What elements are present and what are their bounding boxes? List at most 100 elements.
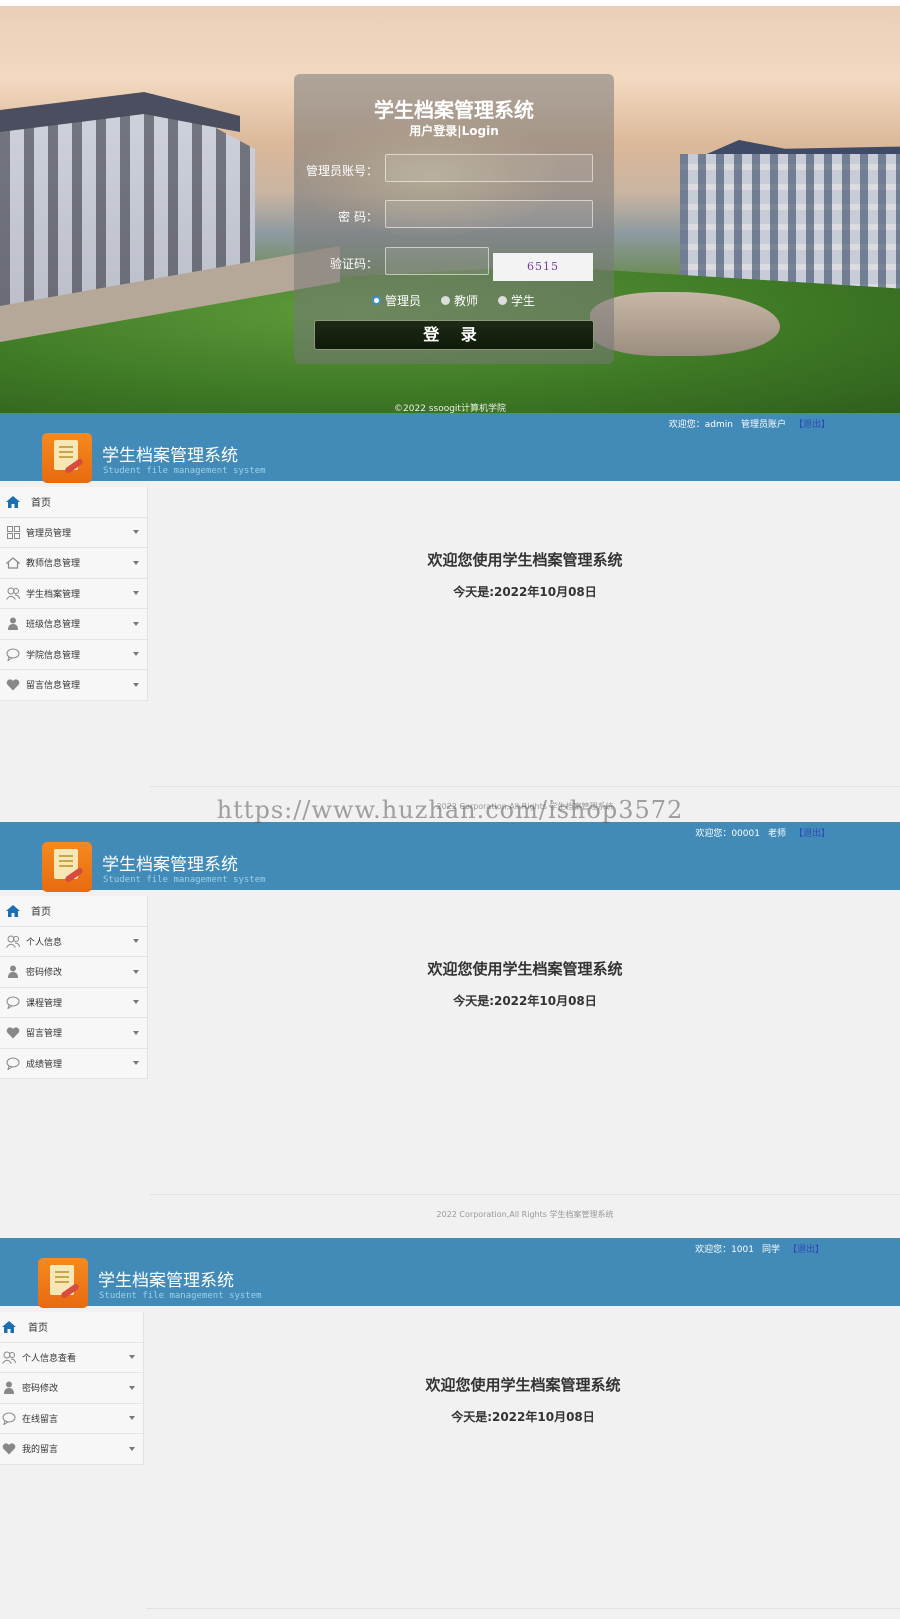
login-title: 学生档案管理系统 (374, 98, 534, 122)
brand-subtitle: Student file management system (99, 1291, 262, 1301)
sidebar-item-label: 密码修改 (26, 968, 63, 979)
sidebar-item-password[interactable]: 密码修改 (0, 1373, 143, 1404)
watermark-url: https://www.huzhan.com/ishop3572 (216, 796, 684, 824)
role-teacher-radio[interactable]: 教师 (441, 292, 478, 308)
account-role: 老师 (767, 829, 786, 839)
logout-link[interactable]: 【退出】 (788, 1242, 824, 1255)
sidebar-item-label: 首页 (31, 498, 51, 510)
home-icon (6, 904, 20, 918)
sidebar-item-label: 成绩管理 (26, 1059, 63, 1070)
home-icon (2, 1320, 16, 1334)
sidebar-item-label: 管理员管理 (26, 528, 72, 539)
brand-title: 学生档案管理系统 (102, 446, 238, 466)
grid-icon (6, 525, 20, 539)
person-icon (6, 965, 20, 979)
captcha-input[interactable] (385, 247, 489, 275)
sidebar-item-messages[interactable]: 留言管理 (0, 1018, 147, 1049)
heart-icon (6, 678, 20, 692)
logout-link[interactable]: 【退出】 (794, 417, 830, 430)
radio-selected-icon (372, 295, 381, 305)
password-input[interactable] (385, 200, 593, 228)
sidebar-item-student-records[interactable]: 学生档案管理 (0, 578, 147, 609)
brand-subtitle: Student file management system (103, 875, 266, 885)
welcome-heading: 欢迎您使用学生档案管理系统 (425, 1376, 621, 1394)
role-student-radio[interactable]: 学生 (498, 292, 535, 308)
sidebar-item-message-manage[interactable]: 留言信息管理 (0, 670, 147, 701)
account-label: 管理员账号： (305, 164, 378, 178)
sidebar-item-label: 首页 (28, 1323, 48, 1335)
sidebar-item-teacher-manage[interactable]: 教师信息管理 (0, 548, 147, 579)
student-dashboard: 欢迎您：1001 同学 【退出】 学生档案管理系统 Student file m… (0, 1238, 900, 1619)
chevron-down-icon (133, 591, 139, 596)
main-content: 欢迎您使用学生档案管理系统 今天是:2022年10月08日 (150, 487, 900, 822)
sidebar-item-college-manage[interactable]: 学院信息管理 (0, 639, 147, 670)
users-icon (6, 934, 20, 948)
sidebar-item-home[interactable]: 首页 (0, 896, 147, 927)
sidebar-item-grades[interactable]: 成绩管理 (0, 1048, 147, 1079)
house-icon (6, 556, 20, 570)
role-admin-label: 管理员 (385, 293, 422, 308)
sidebar-item-home[interactable]: 首页 (0, 1312, 143, 1343)
chevron-down-icon (129, 1446, 135, 1451)
current-date: 今天是:2022年10月08日 (453, 994, 597, 1008)
radio-icon (498, 295, 508, 305)
chevron-down-icon (133, 652, 139, 657)
welcome-user: 欢迎您：1001 (695, 1245, 754, 1255)
chevron-down-icon (129, 1385, 135, 1390)
role-admin-radio[interactable]: 管理员 (372, 292, 421, 308)
login-screen: 学生档案管理系统 用户登录|Login 管理员账号： 密 码： 验证码： 651… (0, 6, 900, 413)
heart-icon (6, 1026, 20, 1040)
chevron-down-icon (133, 530, 139, 535)
chevron-down-icon (133, 560, 139, 565)
login-subtitle: 用户登录|Login (409, 124, 499, 138)
logout-link[interactable]: 【退出】 (794, 826, 830, 839)
role-student-label: 学生 (511, 293, 536, 308)
welcome-user: 欢迎您：00001 (695, 829, 760, 839)
sidebar-item-label: 密码修改 (22, 1384, 59, 1395)
chevron-down-icon (133, 1030, 139, 1035)
account-input[interactable] (385, 154, 593, 182)
heart-icon (2, 1442, 16, 1456)
sidebar: 首页 管理员管理 教师信息管理 学生档案管理 班级信息管理 学院信息管理 留言信… (0, 487, 148, 701)
person-icon (6, 617, 20, 631)
brand-title: 学生档案管理系统 (98, 1271, 234, 1291)
sidebar-item-admin-manage[interactable]: 管理员管理 (0, 517, 147, 548)
chat-icon (2, 1411, 16, 1425)
login-button[interactable]: 登 录 (314, 320, 594, 350)
admin-dashboard: 欢迎您：admin 管理员账户 【退出】 学生档案管理系统 Student fi… (0, 413, 900, 822)
welcome-heading: 欢迎您使用学生档案管理系统 (427, 960, 623, 978)
sidebar: 首页 个人信息 密码修改 课程管理 留言管理 成绩管理 (0, 896, 148, 1079)
sidebar-item-class-manage[interactable]: 班级信息管理 (0, 609, 147, 640)
chat-icon (6, 995, 20, 1009)
users-icon (2, 1350, 16, 1364)
sidebar-item-label: 留言信息管理 (26, 681, 81, 692)
captcha-image[interactable]: 6515 (493, 253, 593, 281)
footer-divider (146, 1608, 900, 1609)
brand-subtitle: Student file management system (103, 466, 266, 476)
sidebar-item-home[interactable]: 首页 (0, 487, 147, 518)
header-bar: 欢迎您：1001 同学 【退出】 学生档案管理系统 Student file m… (0, 1238, 900, 1308)
logo-icon (42, 842, 92, 892)
sidebar-item-profile[interactable]: 个人信息 (0, 926, 147, 957)
footer-copyright: 2022 Corporation,All Rights 学生档案管理系统 (436, 1210, 614, 1219)
sidebar-item-online-message[interactable]: 在线留言 (0, 1403, 143, 1434)
footer-divider (150, 786, 900, 787)
chat-icon (6, 647, 20, 661)
main-content: 欢迎您使用学生档案管理系统 今天是:2022年10月08日 (150, 896, 900, 1238)
role-selector: 管理员 教师 学生 (372, 292, 555, 308)
sidebar-item-courses[interactable]: 课程管理 (0, 987, 147, 1018)
sidebar-item-profile-view[interactable]: 个人信息查看 (0, 1342, 143, 1373)
sidebar-item-label: 在线留言 (22, 1414, 59, 1425)
sidebar-item-label: 个人信息查看 (22, 1353, 77, 1364)
login-form: 学生档案管理系统 用户登录|Login 管理员账号： 密 码： 验证码： 651… (294, 74, 614, 364)
chevron-down-icon (129, 1416, 135, 1421)
role-teacher-label: 教师 (454, 293, 479, 308)
current-date: 今天是:2022年10月08日 (453, 585, 597, 599)
sidebar-item-password[interactable]: 密码修改 (0, 957, 147, 988)
footer-divider (150, 1194, 900, 1195)
sidebar-item-my-messages[interactable]: 我的留言 (0, 1434, 143, 1465)
sidebar-item-label: 班级信息管理 (26, 620, 81, 631)
user-info: 欢迎您：1001 同学 【退出】 (695, 1242, 824, 1255)
radio-icon (441, 295, 451, 305)
sidebar: 首页 个人信息查看 密码修改 在线留言 我的留言 (0, 1312, 144, 1465)
